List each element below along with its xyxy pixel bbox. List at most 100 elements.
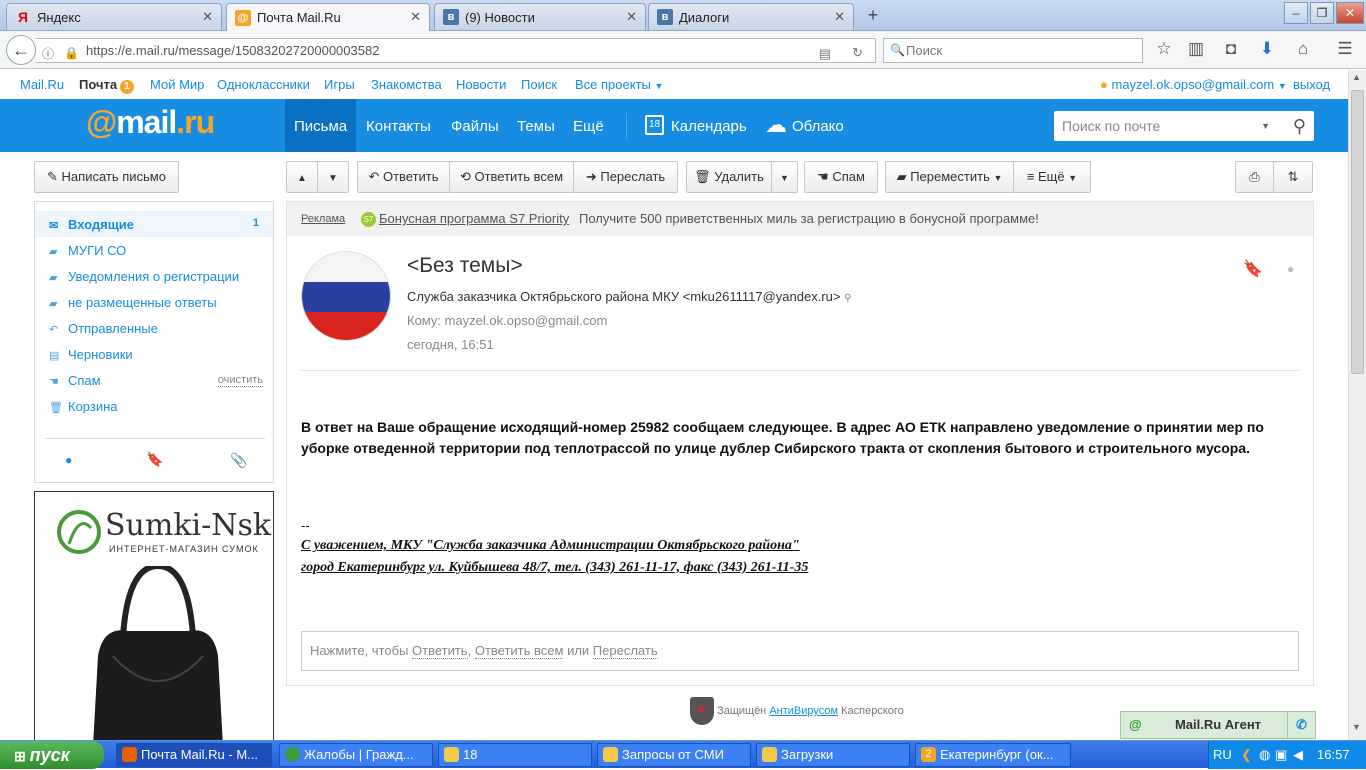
attachment-filter-icon[interactable]: 📎 [230, 452, 247, 469]
menu-icon[interactable]: ☰ [1333, 39, 1357, 59]
folder-unposted[interactable]: ▰ не размещенные ответы [49, 295, 217, 310]
new-tab-button[interactable]: + [862, 6, 884, 26]
library-icon[interactable]: ▥ [1184, 39, 1208, 59]
link-ok[interactable]: Одноклассники [217, 77, 310, 92]
logout-link[interactable]: выход [1293, 77, 1330, 92]
tab-yandex[interactable]: Я Яндекс ✕ [6, 3, 222, 30]
taskbar-item-folder-18[interactable]: 18 [438, 743, 592, 767]
scroll-up-icon[interactable]: ▲ [1352, 72, 1361, 82]
reply-button[interactable]: ↶ Ответить [357, 161, 450, 193]
taskbar-item-folder-smi[interactable]: Запросы от СМИ [597, 743, 751, 767]
reload-icon[interactable]: ↻ [852, 41, 863, 64]
read-status-icon[interactable]: ● [1287, 262, 1294, 276]
link-mailru[interactable]: Mail.Ru [20, 77, 64, 92]
home-icon[interactable]: ⌂ [1291, 39, 1315, 59]
download-icon[interactable]: ⬇ [1255, 39, 1279, 59]
nav-cloud[interactable]: Облако [792, 118, 844, 135]
folder-notifications[interactable]: ▰ Уведомления о регистрации [49, 269, 239, 284]
search-icon[interactable]: ⚲ [1293, 111, 1306, 141]
link-pochta[interactable]: Почта 1 [79, 77, 134, 94]
delete-button[interactable]: 🗑 Удалить [686, 161, 772, 193]
quick-forward-link[interactable]: Переслать [592, 643, 658, 659]
tray-network-icon[interactable]: ◍ [1259, 741, 1270, 769]
nav-files[interactable]: Файлы [451, 118, 499, 135]
thread-toggle-button[interactable]: ⇅ [1273, 161, 1313, 193]
language-indicator[interactable]: RU [1213, 741, 1232, 769]
nav-more[interactable]: Ещё [573, 118, 604, 135]
nav-calendar[interactable]: Календарь [671, 118, 747, 135]
unread-filter-icon[interactable]: ● [65, 453, 72, 467]
browser-search-input[interactable]: 🔍 Поиск [883, 38, 1143, 63]
quick-reply-all-link[interactable]: Ответить всем [474, 643, 564, 659]
flag-icon[interactable]: 🔖 [1243, 259, 1263, 279]
clean-spam-link[interactable]: очистить [217, 374, 263, 387]
close-icon[interactable]: ✕ [202, 9, 213, 25]
move-button[interactable]: ▰ Переместить ▼ [885, 161, 1014, 193]
nav-contacts[interactable]: Контакты [366, 118, 431, 135]
link-news[interactable]: Новости [456, 77, 506, 92]
nav-topics[interactable]: Темы [517, 118, 555, 135]
link-moymir[interactable]: Мой Мир [150, 77, 204, 92]
taskbar-item-chrome[interactable]: Жалобы | Гражд... [279, 743, 433, 767]
folder-mugi[interactable]: ▰ МУГИ СО [49, 243, 126, 258]
minimize-button[interactable]: – [1284, 2, 1308, 24]
prev-message-button[interactable]: ▲ [286, 161, 318, 193]
back-button[interactable]: ← [6, 35, 36, 65]
quick-reply-link[interactable]: Ответить [412, 643, 468, 659]
start-button[interactable]: ⊞ пуск [0, 741, 104, 769]
link-search[interactable]: Поиск [521, 77, 557, 92]
taskbar-item-firefox[interactable]: Почта Mail.Ru - M... [116, 743, 272, 767]
nav-letters[interactable]: Письма [294, 118, 347, 135]
phone-icon[interactable]: ✆ [1287, 712, 1315, 738]
close-icon[interactable]: ✕ [626, 9, 637, 25]
mailru-agent-widget[interactable]: @ Mail.Ru Агент ✆ [1120, 711, 1316, 739]
ad-banner[interactable]: Sumki-Nsk ИНТЕРНЕТ-МАГАЗИН СУМОК [34, 491, 274, 741]
forward-button[interactable]: ➜ Переслать [573, 161, 678, 193]
delete-dropdown-button[interactable]: ▼ [771, 161, 798, 193]
next-message-button[interactable]: ▼ [317, 161, 349, 193]
maximize-button[interactable]: ❐ [1310, 2, 1334, 24]
mail-search-input[interactable]: Поиск по почте ▼ ⚲ [1054, 111, 1314, 141]
taskbar-item-downloads[interactable]: Загрузки [756, 743, 910, 767]
page-scrollbar[interactable]: ▲ ▼ [1348, 70, 1366, 740]
spam-button[interactable]: ☚ Спам [804, 161, 878, 193]
promo-link[interactable]: Бонусная программа S7 Priority [379, 202, 569, 236]
folder-sent[interactable]: ↶ Отправленные [49, 321, 158, 336]
scroll-down-icon[interactable]: ▼ [1352, 722, 1361, 732]
sender[interactable]: Служба заказчика Октябрьского района МКУ… [407, 289, 840, 304]
reader-view-icon[interactable]: ▤ [819, 42, 831, 65]
close-icon[interactable]: ✕ [410, 9, 421, 25]
scrollbar-thumb[interactable] [1351, 90, 1364, 374]
ad-label[interactable]: Реклама [301, 202, 345, 236]
tab-vk-dialogs[interactable]: в Диалоги ✕ [648, 3, 854, 30]
tray-printer-icon[interactable]: ▣ [1275, 741, 1287, 769]
compose-button[interactable]: ✎ Написать письмо [34, 161, 179, 193]
link-dating[interactable]: Знакомства [371, 77, 442, 92]
link-all-projects[interactable]: Все проекты ▼ [575, 77, 663, 92]
mailru-logo[interactable]: @mail.ru [86, 104, 215, 141]
folder-spam[interactable]: ☚ Спам [49, 373, 101, 388]
more-button[interactable]: ≡ Ещё ▼ [1013, 161, 1091, 193]
folder-drafts[interactable]: ▤ Черновики [49, 347, 133, 362]
tab-mailru[interactable]: @ Почта Mail.Ru ✕ [226, 3, 430, 31]
tray-arrow-icon[interactable]: ❮ [1241, 741, 1252, 769]
print-button[interactable]: ⎙ [1235, 161, 1274, 193]
quick-reply-box[interactable]: Нажмите, чтобы Ответить, Ответить всем и… [301, 631, 1299, 671]
close-icon[interactable]: ✕ [834, 9, 845, 25]
user-email[interactable]: ● mayzel.ok.opso@gmail.com ▼ [1100, 77, 1287, 92]
search-icon[interactable]: ⚲ [844, 293, 851, 304]
folder-trash[interactable]: 🗑 Корзина [49, 399, 118, 414]
link-games[interactable]: Игры [324, 77, 355, 92]
info-icon[interactable]: ⓘ [42, 43, 54, 66]
tray-volume-icon[interactable]: ◀ [1293, 741, 1303, 769]
window-close-button[interactable]: ✕ [1336, 2, 1364, 24]
chevron-down-icon[interactable]: ▼ [1261, 111, 1270, 141]
flag-filter-icon[interactable]: 🔖 [146, 451, 163, 468]
pocket-icon[interactable]: ◘ [1219, 39, 1243, 59]
folder-inbox[interactable]: ✉ Входящие [49, 217, 134, 232]
reply-all-button[interactable]: ⟲ Ответить всем [449, 161, 574, 193]
address-bar[interactable]: ⓘ 🔒 https://e.mail.ru/message/1508320272… [36, 38, 876, 63]
taskbar-item-2gis[interactable]: 2 Екатеринбург (ок... [915, 743, 1071, 767]
kaspersky-link[interactable]: АнтиВирусом [769, 705, 838, 717]
bookmark-star-icon[interactable]: ☆ [1152, 39, 1176, 59]
